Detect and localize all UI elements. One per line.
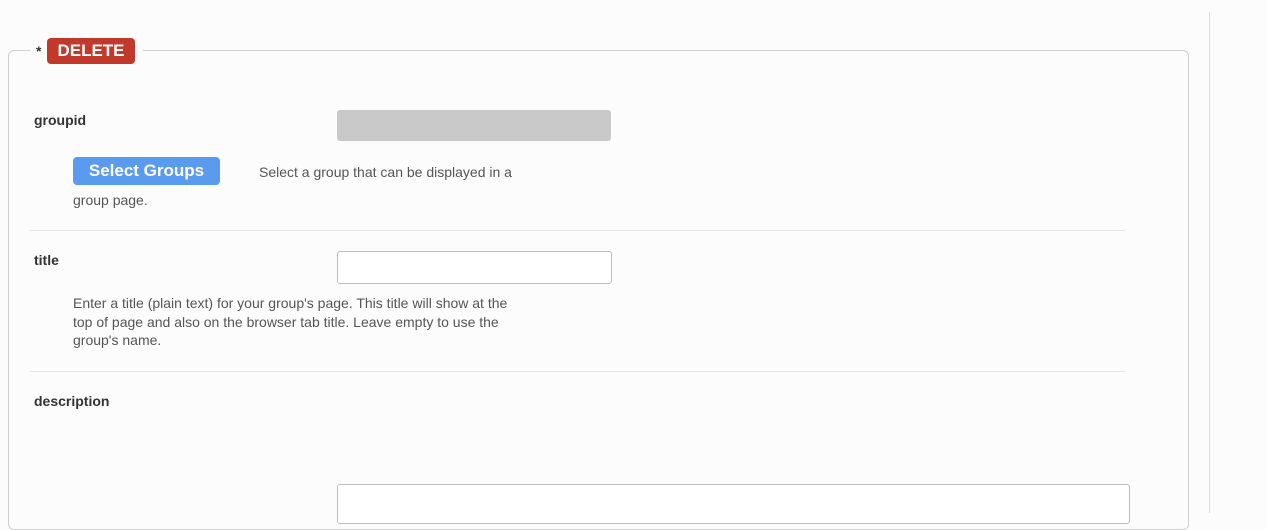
title-input[interactable] xyxy=(337,251,612,284)
groupid-label: groupid xyxy=(34,112,87,128)
title-help-line-1: Enter a title (plain text) for your grou… xyxy=(73,295,508,311)
groupid-input[interactable] xyxy=(337,110,611,141)
fieldset-legend: * DELETE xyxy=(30,37,143,65)
select-groups-button[interactable]: Select Groups xyxy=(73,157,220,185)
title-help-line-2: top of page and also on the browser tab … xyxy=(73,314,499,330)
description-label: description xyxy=(34,393,110,409)
divider xyxy=(30,230,1125,231)
title-help-line-3: group's name. xyxy=(73,332,162,348)
divider xyxy=(30,371,1125,372)
delete-button[interactable]: DELETE xyxy=(47,38,135,64)
title-label: title xyxy=(34,252,59,268)
required-asterisk: * xyxy=(36,43,42,59)
right-panel-divider xyxy=(1209,12,1210,513)
groupid-help-text: Select a group that can be displayed in … xyxy=(259,164,512,180)
description-textarea[interactable] xyxy=(337,484,1130,524)
groupid-help-text-cont: group page. xyxy=(73,192,148,208)
